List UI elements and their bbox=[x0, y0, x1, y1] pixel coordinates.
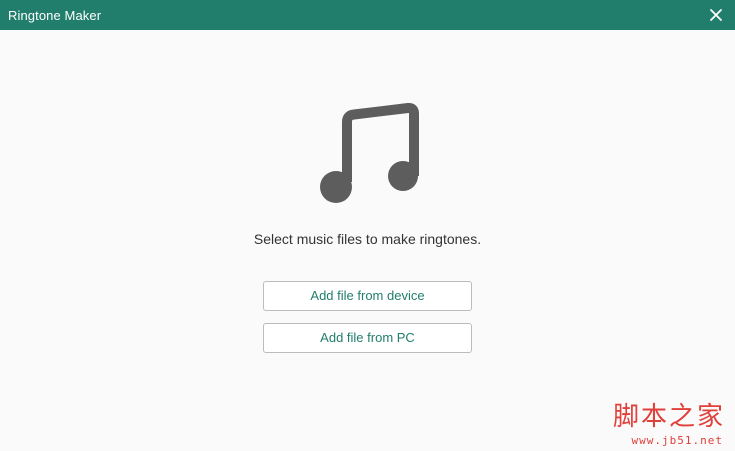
music-note-icon bbox=[320, 102, 419, 203]
site-watermark: 脚本之家 www.jb51.net bbox=[605, 403, 725, 447]
watermark-url: www.jb51.net bbox=[631, 434, 723, 447]
close-icon bbox=[710, 9, 722, 21]
close-button[interactable] bbox=[705, 4, 727, 26]
add-file-from-pc-button[interactable]: Add file from PC bbox=[263, 323, 472, 353]
add-file-from-device-button[interactable]: Add file from device bbox=[263, 281, 472, 311]
instruction-text: Select music files to make ringtones. bbox=[253, 231, 482, 247]
window-title: Ringtone Maker bbox=[8, 8, 102, 23]
ringtone-maker-window: Ringtone Maker Select music files to mak… bbox=[0, 0, 735, 451]
watermark-text: 脚本之家 bbox=[612, 402, 725, 432]
title-bar: Ringtone Maker bbox=[0, 0, 735, 30]
